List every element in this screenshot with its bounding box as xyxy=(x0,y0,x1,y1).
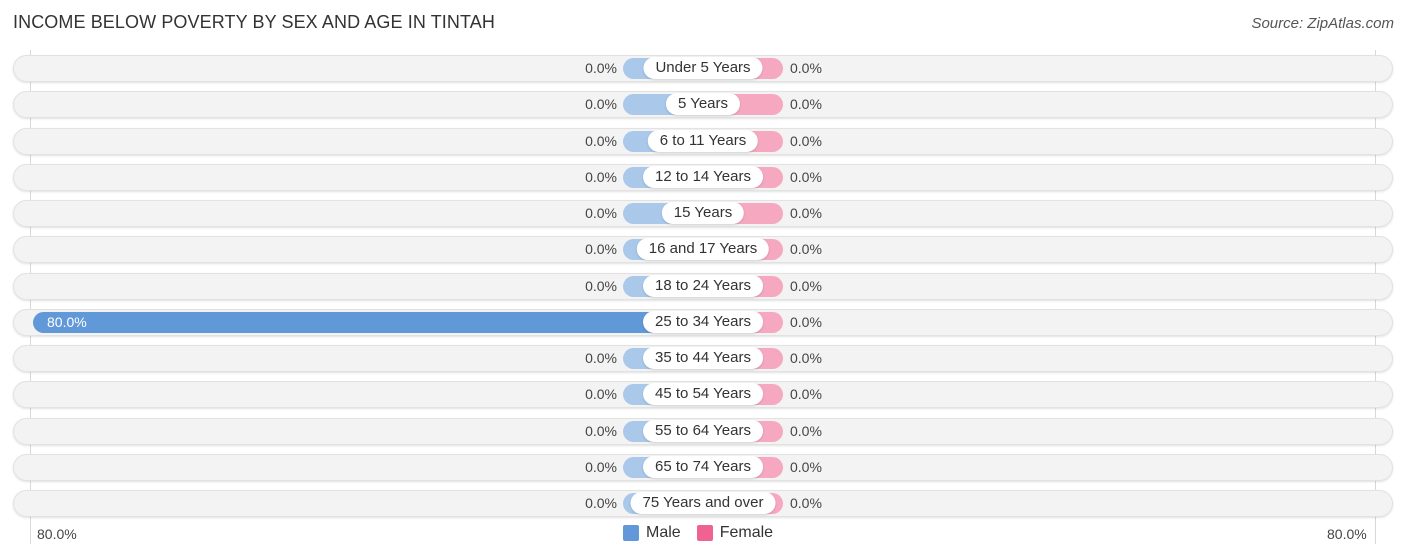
value-label-male: 0.0% xyxy=(585,278,617,294)
value-label-male: 0.0% xyxy=(585,205,617,221)
category-label: 45 to 54 Years xyxy=(643,383,763,405)
category-label: 55 to 64 Years xyxy=(643,420,763,442)
value-label-female: 0.0% xyxy=(790,205,822,221)
axis-label-right: 80.0% xyxy=(1327,526,1367,542)
chart-title: INCOME BELOW POVERTY BY SEX AND AGE IN T… xyxy=(13,12,495,32)
category-label: 12 to 14 Years xyxy=(643,166,763,188)
category-label: 6 to 11 Years xyxy=(647,130,759,152)
category-label: 18 to 24 Years xyxy=(643,275,763,297)
value-label-male: 0.0% xyxy=(585,386,617,402)
value-label-female: 0.0% xyxy=(790,241,822,257)
value-label-male: 0.0% xyxy=(585,423,617,439)
value-label-female: 0.0% xyxy=(790,423,822,439)
axis-label-left: 80.0% xyxy=(37,526,77,542)
value-label-female: 0.0% xyxy=(790,133,822,149)
legend-item-male[interactable]: Male xyxy=(623,524,681,542)
legend-swatch-male xyxy=(623,525,639,541)
value-label-male: 0.0% xyxy=(585,169,617,185)
category-label: 15 Years xyxy=(661,202,745,224)
legend-label-female: Female xyxy=(719,524,774,541)
value-label-male: 0.0% xyxy=(585,60,617,76)
value-label-female: 0.0% xyxy=(790,386,822,402)
legend-label-male: Male xyxy=(646,524,681,541)
value-label-female: 0.0% xyxy=(790,459,822,475)
value-label-male: 80.0% xyxy=(47,314,87,330)
value-label-female: 0.0% xyxy=(790,278,822,294)
value-label-male: 0.0% xyxy=(585,459,617,475)
value-label-female: 0.0% xyxy=(790,169,822,185)
legend-item-female[interactable]: Female xyxy=(696,524,774,542)
legend: Male Female xyxy=(623,524,789,542)
bar-male[interactable] xyxy=(33,312,703,333)
value-label-male: 0.0% xyxy=(585,241,617,257)
value-label-female: 0.0% xyxy=(790,60,822,76)
category-label: 35 to 44 Years xyxy=(643,347,763,369)
category-label: 16 and 17 Years xyxy=(636,238,770,260)
category-label: 25 to 34 Years xyxy=(643,311,763,333)
value-label-female: 0.0% xyxy=(790,495,822,511)
value-label-male: 0.0% xyxy=(585,96,617,112)
category-label: Under 5 Years xyxy=(643,57,763,79)
category-label: 5 Years xyxy=(665,93,741,115)
value-label-female: 0.0% xyxy=(790,350,822,366)
value-label-male: 0.0% xyxy=(585,495,617,511)
value-label-female: 0.0% xyxy=(790,314,822,330)
value-label-male: 0.0% xyxy=(585,133,617,149)
value-label-male: 0.0% xyxy=(585,350,617,366)
source-label: Source: ZipAtlas.com xyxy=(1251,15,1394,32)
value-label-female: 0.0% xyxy=(790,96,822,112)
category-label: 65 to 74 Years xyxy=(643,456,763,478)
category-label: 75 Years and over xyxy=(630,492,776,514)
legend-swatch-female xyxy=(696,525,713,541)
